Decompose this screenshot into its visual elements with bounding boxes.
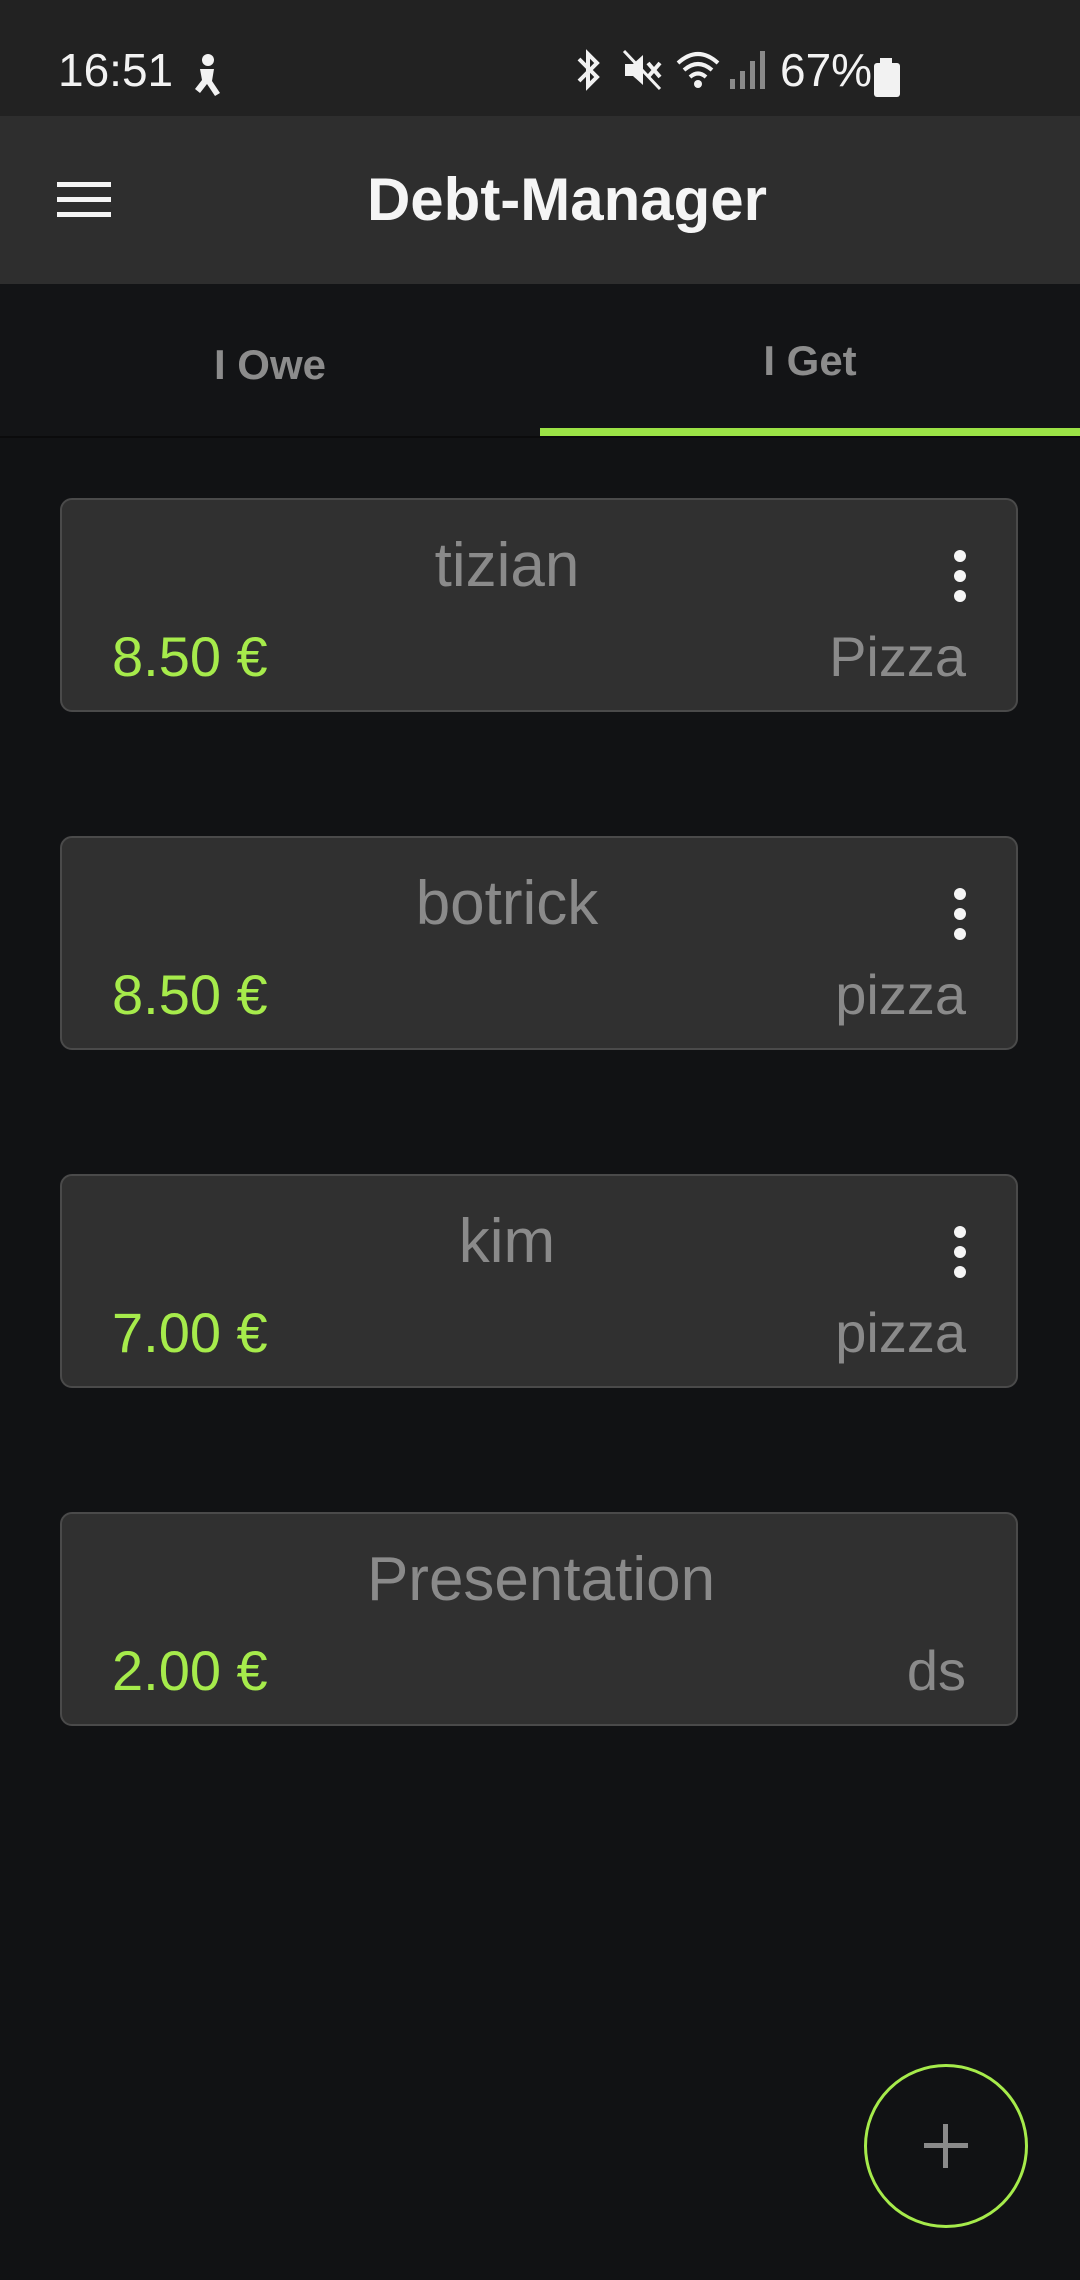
more-vert-icon bbox=[954, 1226, 966, 1278]
debt-card[interactable]: Presentation 2.00 € ds bbox=[60, 1512, 1018, 1726]
more-options-button[interactable] bbox=[930, 1212, 990, 1292]
battery-percent: 67% bbox=[780, 44, 873, 96]
debt-card[interactable]: tizian 8.50 € Pizza bbox=[60, 498, 1018, 712]
debt-note: Pizza bbox=[829, 625, 966, 688]
accessibility-icon bbox=[195, 54, 220, 96]
debt-amount: 8.50 € bbox=[112, 625, 268, 688]
debt-name: tizian bbox=[434, 531, 580, 600]
bluetooth-icon bbox=[577, 49, 600, 91]
debt-card[interactable]: botrick 8.50 € pizza bbox=[60, 836, 1018, 1050]
more-vert-icon bbox=[954, 888, 966, 940]
debt-name: kim bbox=[458, 1207, 556, 1276]
app-bar: Debt-Manager bbox=[0, 116, 1080, 284]
debt-name: botrick bbox=[415, 869, 599, 938]
tab-i-get[interactable]: I Get bbox=[540, 284, 1080, 436]
debt-card[interactable]: kim 7.00 € pizza bbox=[60, 1174, 1018, 1388]
wifi-icon bbox=[676, 52, 720, 88]
status-bar: 16:51 67% bbox=[0, 0, 1080, 116]
status-time: 16:51 bbox=[58, 44, 174, 96]
debt-note: pizza bbox=[835, 1301, 966, 1364]
more-options-button[interactable] bbox=[930, 536, 990, 616]
debt-note: ds bbox=[906, 1639, 966, 1702]
more-vert-icon bbox=[954, 550, 966, 602]
add-debt-button[interactable] bbox=[864, 2064, 1028, 2228]
tab-indicator bbox=[540, 428, 1080, 436]
debt-note: pizza bbox=[835, 963, 966, 1026]
tab-i-owe[interactable]: I Owe bbox=[0, 284, 540, 436]
debt-amount: 8.50 € bbox=[112, 963, 268, 1026]
mute-icon bbox=[622, 49, 662, 91]
signal-icon bbox=[730, 51, 765, 89]
debt-name: Presentation bbox=[366, 1545, 716, 1614]
more-options-button[interactable] bbox=[930, 874, 990, 954]
battery-icon bbox=[874, 58, 900, 97]
tab-bar: I Owe I Get bbox=[0, 284, 1080, 438]
debt-amount: 2.00 € bbox=[112, 1639, 268, 1702]
app-title: Debt-Manager bbox=[366, 166, 768, 233]
plus-icon bbox=[924, 2124, 968, 2168]
debt-amount: 7.00 € bbox=[112, 1301, 268, 1364]
